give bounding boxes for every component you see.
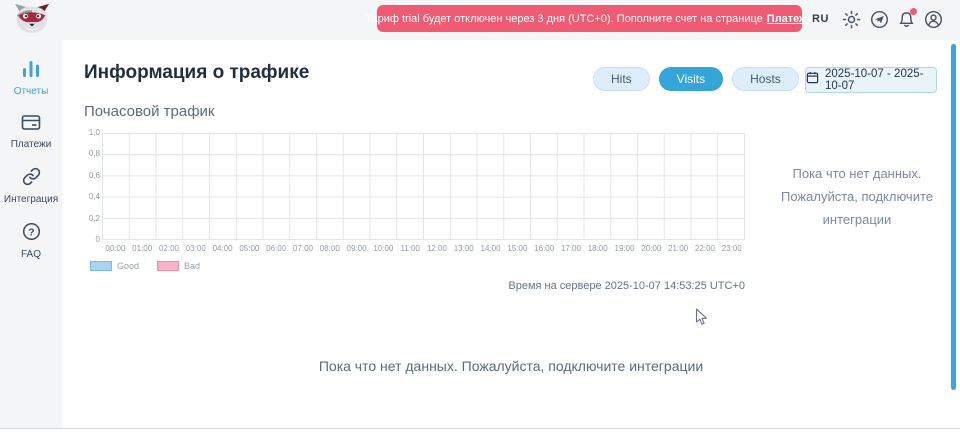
trial-warning-banner: Тариф trial будет отключен через 3 дня (… <box>377 5 802 32</box>
x-axis-tick-label: 11:00 <box>397 244 424 253</box>
legend-swatch-bad <box>157 261 179 271</box>
x-axis-tick-label: 06:00 <box>263 244 290 253</box>
x-axis-tick-label: 10:00 <box>370 244 397 253</box>
sidebar-item-faq[interactable]: ? FAQ <box>0 222 62 260</box>
legend-item-bad: Bad <box>157 261 200 271</box>
bell-icon[interactable] <box>897 10 916 29</box>
tab-visits[interactable]: Visits <box>659 67 723 91</box>
sidebar-item-label: Интеграция <box>4 194 58 205</box>
top-bar: Тариф trial будет отключен через 3 дня (… <box>0 0 960 40</box>
x-axis-tick-label: 09:00 <box>343 244 370 253</box>
x-axis-tick-label: 02:00 <box>156 244 183 253</box>
y-axis-tick-label: 1,0 <box>70 128 100 138</box>
credit-card-icon <box>21 114 41 136</box>
x-axis-tick-label: 23:00 <box>718 244 745 253</box>
x-axis-tick-label: 05:00 <box>236 244 263 253</box>
x-axis-tick-label: 20:00 <box>638 244 665 253</box>
date-range-picker[interactable]: 2025-10-07 - 2025-10-07 <box>805 67 937 93</box>
x-axis-tick-label: 22:00 <box>692 244 719 253</box>
calendar-icon <box>806 71 819 89</box>
x-axis-tick-label: 13:00 <box>450 244 477 253</box>
x-axis-tick-label: 18:00 <box>584 244 611 253</box>
x-axis-tick-label: 15:00 <box>504 244 531 253</box>
sidebar-item-label: FAQ <box>21 249 41 260</box>
tab-hits[interactable]: Hits <box>593 67 650 91</box>
banner-text: Тариф trial будет отключен через 3 дня (… <box>365 13 763 25</box>
account-icon[interactable] <box>924 10 943 29</box>
tab-hosts[interactable]: Hosts <box>732 67 799 91</box>
y-axis-tick-label: 0,4 <box>70 192 100 202</box>
y-axis-tick-label: 0 <box>70 235 100 245</box>
app-window: Тариф trial будет отключен через 3 дня (… <box>0 0 960 433</box>
x-axis-tick-label: 12:00 <box>424 244 451 253</box>
x-axis-ticks: 00:0001:0002:0003:0004:0005:0006:0007:00… <box>102 244 745 253</box>
svg-text:?: ? <box>28 227 34 238</box>
y-axis-tick-label: 0,2 <box>70 214 100 224</box>
page-title: Информация о трафике <box>84 62 309 84</box>
x-axis-tick-label: 14:00 <box>477 244 504 253</box>
payments-link[interactable]: Платежи <box>767 13 814 25</box>
x-axis-tick-label: 01:00 <box>129 244 156 253</box>
legend-label: Good <box>117 261 139 271</box>
sidebar-item-reports[interactable]: Отчеты <box>0 60 62 97</box>
main-content: Информация о трафике Hits Visits Hosts 2… <box>62 40 960 428</box>
x-axis-tick-label: 08:00 <box>316 244 343 253</box>
legend-swatch-good <box>90 261 112 271</box>
y-axis-tick-label: 0,6 <box>70 171 100 181</box>
server-time: Время на сервере 2025-10-07 14:53:25 UTC… <box>508 280 745 292</box>
question-circle-icon: ? <box>22 222 41 246</box>
x-axis-tick-label: 17:00 <box>558 244 585 253</box>
x-axis-tick-label: 21:00 <box>665 244 692 253</box>
sidebar-item-integration[interactable]: Интеграция <box>0 167 62 205</box>
language-switcher[interactable]: RU <box>812 13 829 25</box>
x-axis-tick-label: 16:00 <box>531 244 558 253</box>
no-data-side-message: Пока что нет данных. Пожалуйста, подключ… <box>765 162 949 231</box>
sidebar-nav: Отчеты Платежи Интеграция <box>0 40 62 428</box>
legend-item-good: Good <box>90 261 139 271</box>
x-axis-tick-label: 04:00 <box>209 244 236 253</box>
sidebar-item-label: Отчеты <box>14 86 49 97</box>
metric-tabs: Hits Visits Hosts <box>593 67 799 91</box>
notification-badge <box>910 8 917 15</box>
legend-label: Bad <box>184 261 200 271</box>
bottom-divider <box>0 428 960 429</box>
vertical-scrollbar-thumb[interactable] <box>951 44 956 390</box>
x-axis-tick-label: 03:00 <box>182 244 209 253</box>
theme-sun-icon[interactable] <box>842 10 861 29</box>
raccoon-logo[interactable] <box>13 2 51 36</box>
sidebar-item-payments[interactable]: Платежи <box>0 114 62 150</box>
chart-legend: Good Bad <box>90 261 200 271</box>
link-icon <box>22 167 41 191</box>
x-axis-tick-label: 19:00 <box>611 244 638 253</box>
date-range-value: 2025-10-07 - 2025-10-07 <box>825 68 936 92</box>
y-axis-tick-label: 0,8 <box>70 149 100 159</box>
y-axis-ticks: 1,0 0,8 0,6 0,4 0,2 0 <box>70 128 100 245</box>
x-axis-tick-label: 07:00 <box>290 244 317 253</box>
no-data-bottom-message: Пока что нет данных. Пожалуйста, подключ… <box>62 358 960 374</box>
bar-chart-icon <box>21 60 41 83</box>
telegram-icon[interactable] <box>870 10 889 29</box>
x-axis-tick-label: 00:00 <box>102 244 129 253</box>
chart-plot-area[interactable] <box>102 133 745 240</box>
chart-title: Почасовой трафик <box>84 103 215 120</box>
sidebar-item-label: Платежи <box>11 139 52 150</box>
